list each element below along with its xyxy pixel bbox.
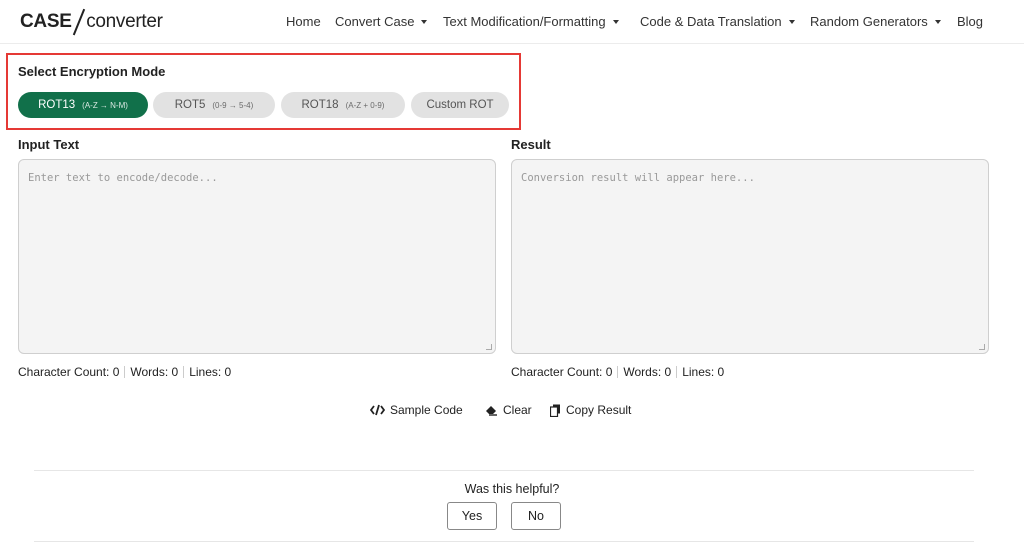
feedback-no-label: No — [528, 509, 544, 523]
nav-convert-case[interactable]: Convert Case — [335, 14, 428, 29]
feedback-question: Was this helpful? — [464, 482, 560, 496]
divider — [34, 541, 974, 542]
input-word-count: Words: 0 — [130, 365, 179, 379]
sample-code-label: Sample Code — [390, 403, 463, 417]
mode-rot18-label: ROT18 — [301, 99, 339, 111]
input-char-count: Character Count: 0 — [18, 365, 120, 379]
mode-rot5-label: ROT5 — [174, 99, 206, 111]
result-stats: Character Count: 0 Words: 0 Lines: 0 — [511, 365, 724, 379]
nav-code-data-translation-label: Code & Data Translation — [640, 14, 782, 29]
nav-text-modification[interactable]: Text Modification/Formatting — [443, 14, 619, 29]
divider — [34, 470, 974, 471]
nav-convert-case-label: Convert Case — [335, 14, 415, 29]
eraser-icon — [486, 406, 497, 416]
result-placeholder: Conversion result will appear here... — [521, 172, 755, 184]
copy-result-button[interactable]: Copy Result — [550, 403, 631, 417]
nav-home[interactable]: Home — [286, 14, 321, 29]
mode-rot13-sub: (A-Z → N-M) — [82, 100, 128, 110]
copy-result-label: Copy Result — [566, 403, 632, 417]
chevron-down-icon — [934, 19, 941, 24]
mode-rot13-label: ROT13 — [38, 99, 76, 111]
stats-divider — [676, 366, 678, 378]
chevron-down-icon — [421, 19, 428, 24]
nav-code-data-translation[interactable]: Code & Data Translation — [640, 14, 795, 29]
copy-icon — [550, 404, 560, 417]
result-word-count: Words: 0 — [623, 365, 672, 379]
clear-label: Clear — [503, 403, 532, 417]
mode-custom-rot-label: Custom ROT — [426, 99, 494, 111]
result-label: Result — [511, 137, 551, 152]
mode-rot5-button[interactable]: ROT5 (0-9 → 5-4) — [153, 92, 275, 118]
chevron-down-icon — [612, 19, 619, 24]
input-line-count: Lines: 0 — [189, 365, 232, 379]
main-nav: Home Convert Case Text Modification/Form… — [0, 14, 1024, 30]
result-line-count: Lines: 0 — [682, 365, 725, 379]
stats-divider — [183, 366, 185, 378]
feedback-yes-label: Yes — [461, 509, 483, 523]
feedback-no-button[interactable]: No — [511, 502, 561, 530]
chevron-down-icon — [788, 19, 795, 24]
stats-divider — [617, 366, 619, 378]
mode-rot13-button[interactable]: ROT13 (A-Z → N-M) — [18, 92, 148, 118]
resize-handle-icon[interactable] — [979, 344, 985, 350]
result-textarea[interactable]: Conversion result will appear here... — [511, 159, 989, 354]
mode-rot18-sub: (A-Z + 0-9) — [345, 100, 385, 110]
nav-blog-label: Blog — [957, 14, 984, 29]
result-char-count: Character Count: 0 — [511, 365, 613, 379]
input-stats: Character Count: 0 Words: 0 Lines: 0 — [18, 365, 231, 379]
encryption-mode-title: Select Encryption Mode — [18, 64, 166, 79]
nav-random-generators[interactable]: Random Generators — [810, 14, 941, 29]
action-bar: Sample Code Clear Copy Result — [0, 403, 1024, 419]
stats-divider — [124, 366, 126, 378]
mode-custom-rot-button[interactable]: Custom ROT — [411, 92, 509, 118]
input-text-label: Input Text — [18, 137, 80, 152]
nav-random-generators-label: Random Generators — [810, 14, 928, 29]
code-icon — [370, 404, 385, 416]
input-textarea[interactable]: Enter text to encode/decode... — [18, 159, 496, 354]
nav-blog[interactable]: Blog — [957, 14, 983, 29]
feedback-yes-button[interactable]: Yes — [447, 502, 497, 530]
input-placeholder: Enter text to encode/decode... — [28, 172, 218, 184]
nav-text-modification-label: Text Modification/Formatting — [443, 14, 606, 29]
nav-home-label: Home — [286, 14, 321, 29]
site-header: CASE converter Home Convert Case Text Mo… — [0, 0, 1024, 44]
resize-handle-icon[interactable] — [486, 344, 492, 350]
clear-button[interactable]: Clear — [485, 403, 532, 417]
mode-rot5-sub: (0-9 → 5-4) — [212, 100, 254, 110]
mode-rot18-button[interactable]: ROT18 (A-Z + 0-9) — [281, 92, 405, 118]
sample-code-button[interactable]: Sample Code — [370, 403, 463, 417]
